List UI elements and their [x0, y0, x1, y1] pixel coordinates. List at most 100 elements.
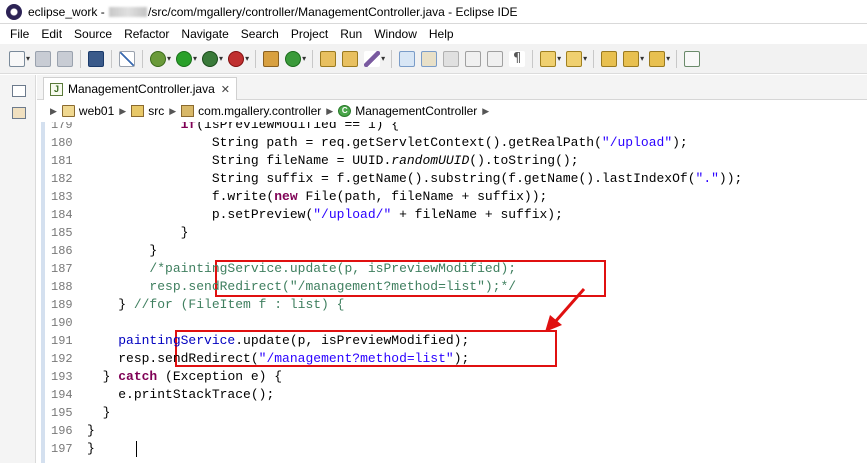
- new-icon[interactable]: [9, 50, 25, 67]
- menu-navigate[interactable]: Navigate: [175, 27, 234, 41]
- search-icon[interactable]: [364, 50, 381, 67]
- previous-annotation-dropdown-icon[interactable]: ▾: [583, 54, 587, 63]
- code-token: ().toString();: [469, 153, 579, 168]
- show-whitespace-icon[interactable]: [465, 50, 482, 67]
- code-line[interactable]: 182 String suffix = f.getName().substrin…: [37, 170, 867, 188]
- save-icon[interactable]: [35, 50, 52, 67]
- code-line[interactable]: 190: [37, 314, 867, 332]
- code-area[interactable]: 179 if(isPreviewModified == 1) {180 Stri…: [37, 122, 867, 463]
- code-line[interactable]: 179 if(isPreviewModified == 1) {: [37, 122, 867, 134]
- code-line[interactable]: 188 resp.sendRedirect("/management?metho…: [37, 278, 867, 296]
- main-toolbar: ▾ ▾ ▾ ▾ ▾ ▾ ▾ ¶ ▾ ▾ ▾ ▾: [0, 44, 867, 74]
- code-line[interactable]: 186 }: [37, 242, 867, 260]
- coverage-dropdown-icon[interactable]: ▾: [219, 54, 223, 63]
- back-dropdown-icon[interactable]: ▾: [640, 54, 644, 63]
- external-tools-dropdown-icon[interactable]: ▾: [245, 54, 249, 63]
- menu-refactor[interactable]: Refactor: [118, 27, 175, 41]
- coverage-icon[interactable]: [202, 50, 219, 67]
- code-token: }: [149, 243, 158, 258]
- pilcrow-icon[interactable]: ¶: [509, 50, 526, 67]
- debug-icon[interactable]: [150, 50, 167, 67]
- code-line[interactable]: 196}: [37, 422, 867, 440]
- debug-dropdown-icon[interactable]: ▾: [167, 54, 171, 63]
- line-number: 191: [51, 334, 73, 348]
- next-annotation-dropdown-icon[interactable]: ▾: [557, 54, 561, 63]
- chevron-right-icon[interactable]: ▶: [482, 106, 489, 117]
- toolbar-separator: [255, 49, 257, 68]
- block-selection-icon[interactable]: [443, 50, 460, 67]
- terminal-icon[interactable]: [88, 50, 105, 67]
- next-annotation-icon[interactable]: [540, 50, 557, 67]
- code-line[interactable]: 189 } //for (FileItem f : list) {: [37, 296, 867, 314]
- code-text: } catch (Exception e) {: [87, 368, 282, 386]
- menu-window[interactable]: Window: [368, 27, 423, 41]
- new-java-package-icon[interactable]: [263, 50, 280, 67]
- menu-file[interactable]: File: [4, 27, 35, 41]
- package-explorer-icon[interactable]: [12, 107, 26, 119]
- code-line[interactable]: 194 e.printStackTrace();: [37, 386, 867, 404]
- previous-annotation-icon[interactable]: [566, 50, 583, 67]
- project-icon: [61, 105, 75, 117]
- run-icon[interactable]: [176, 50, 193, 67]
- code-token: String fileName = UUID.: [211, 153, 392, 168]
- code-token: resp.sendRedirect("/management?method=li…: [149, 279, 517, 294]
- restore-icon[interactable]: [12, 85, 26, 97]
- chevron-right-icon[interactable]: ▶: [119, 106, 126, 117]
- code-token: }: [102, 405, 111, 420]
- open-task-icon[interactable]: [342, 50, 359, 67]
- breadcrumb-item-src[interactable]: src: [148, 104, 164, 118]
- external-tools-icon[interactable]: [228, 50, 245, 67]
- forward-dropdown-icon[interactable]: ▾: [666, 54, 670, 63]
- new-dropdown-icon[interactable]: ▾: [26, 54, 30, 63]
- code-token: (Exception e) {: [157, 369, 283, 384]
- menu-source[interactable]: Source: [68, 27, 118, 41]
- code-line[interactable]: 180 String path = req.getServletContext(…: [37, 134, 867, 152]
- new-java-class-icon[interactable]: [285, 50, 302, 67]
- code-token: e.printStackTrace();: [118, 387, 275, 402]
- code-line[interactable]: 185 }: [37, 224, 867, 242]
- new-class-dropdown-icon[interactable]: ▾: [302, 54, 306, 63]
- pin-editor-icon[interactable]: [684, 50, 701, 67]
- close-icon[interactable]: ✕: [221, 83, 230, 96]
- code-line[interactable]: 193 } catch (Exception e) {: [37, 368, 867, 386]
- code-line[interactable]: 187 /*paintingService.update(p, isPrevie…: [37, 260, 867, 278]
- chevron-right-icon[interactable]: ▶: [326, 106, 333, 117]
- toggle-breadcrumb-icon[interactable]: [399, 50, 416, 67]
- chevron-right-icon[interactable]: ▶: [169, 106, 176, 117]
- mark-occurrences-icon[interactable]: [421, 50, 438, 67]
- menu-search[interactable]: Search: [235, 27, 285, 41]
- code-line[interactable]: 191 paintingService.update(p, isPreviewM…: [37, 332, 867, 350]
- code-line[interactable]: 195 }: [37, 404, 867, 422]
- forward-icon[interactable]: [649, 50, 666, 67]
- back-icon[interactable]: [623, 50, 640, 67]
- code-line[interactable]: 183 f.write(new File(path, fileName + su…: [37, 188, 867, 206]
- code-token: ".": [695, 171, 719, 186]
- code-line[interactable]: 197}: [37, 440, 867, 458]
- word-wrap-icon[interactable]: [487, 50, 504, 67]
- code-line[interactable]: 192 resp.sendRedirect("/management?metho…: [37, 350, 867, 368]
- open-type-icon[interactable]: [320, 50, 337, 67]
- chevron-right-icon[interactable]: ▶: [50, 106, 57, 117]
- run-dropdown-icon[interactable]: ▾: [193, 54, 197, 63]
- text-cursor: [136, 441, 137, 457]
- code-text: resp.sendRedirect("/management?method=li…: [87, 278, 516, 296]
- breadcrumb-item-class[interactable]: ManagementController: [355, 104, 477, 118]
- last-edit-location-icon[interactable]: [601, 50, 618, 67]
- menu-run[interactable]: Run: [334, 27, 368, 41]
- breadcrumb-item-project[interactable]: web01: [79, 104, 114, 118]
- skip-breakpoints-icon[interactable]: [119, 50, 136, 67]
- breadcrumb-item-package[interactable]: com.mgallery.controller: [198, 104, 321, 118]
- code-line[interactable]: 181 String fileName = UUID.randomUUID().…: [37, 152, 867, 170]
- menu-edit[interactable]: Edit: [35, 27, 68, 41]
- toolbar-separator: [391, 49, 393, 68]
- tab-managementcontroller-java[interactable]: J ManagementController.java ✕: [43, 77, 237, 100]
- menu-project[interactable]: Project: [285, 27, 334, 41]
- code-line[interactable]: 184 p.setPreview("/upload/" + fileName +…: [37, 206, 867, 224]
- menu-help[interactable]: Help: [423, 27, 460, 41]
- save-all-icon[interactable]: [57, 50, 74, 67]
- search-dropdown-icon[interactable]: ▾: [381, 54, 385, 63]
- redacted-path-segment: [109, 7, 148, 18]
